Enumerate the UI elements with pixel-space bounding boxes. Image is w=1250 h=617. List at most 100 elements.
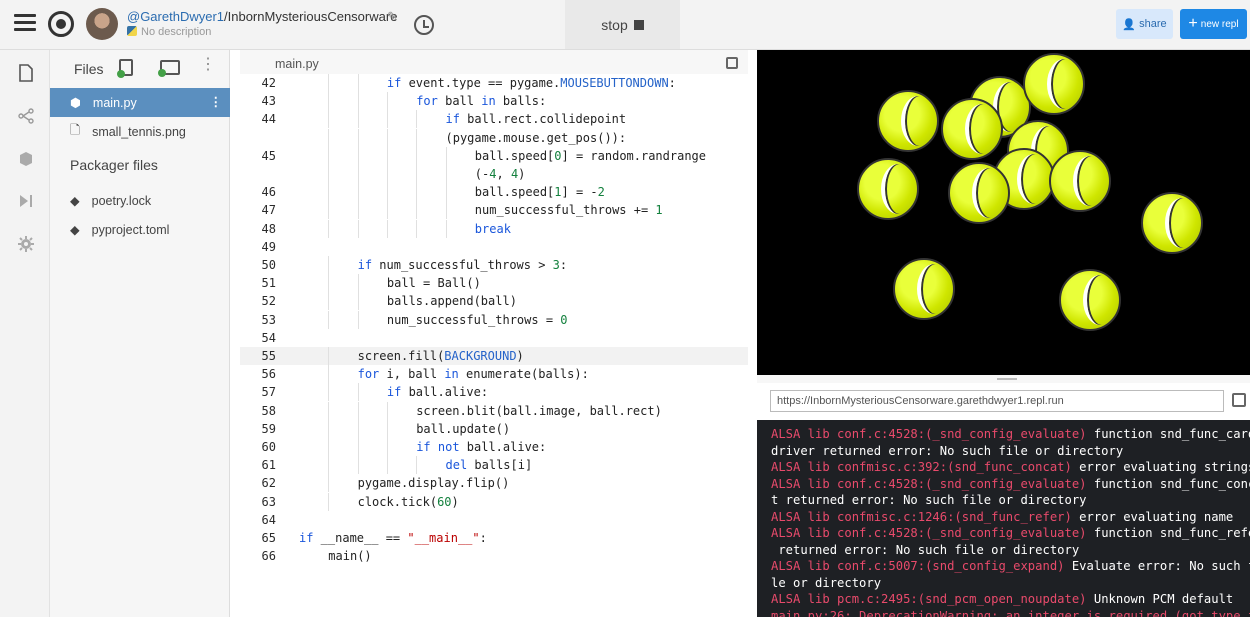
settings-gear-icon[interactable] <box>17 235 35 253</box>
tennis-ball[interactable] <box>941 98 1003 160</box>
debugger-icon[interactable] <box>17 192 35 210</box>
more-options-icon[interactable]: ⋮ <box>200 57 216 73</box>
line-number: 63 <box>261 494 276 509</box>
file-menu-icon[interactable]: ⋮ <box>210 94 223 109</box>
code-line[interactable]: 66 main() <box>240 547 748 565</box>
console-line: ALSA lib confmisc.c:1246:(snd_func_refer… <box>771 509 1234 524</box>
code-text: pygame.display.flip() <box>357 476 510 491</box>
code-line[interactable]: (-4, 4) <box>240 165 748 183</box>
editor-output-splitter[interactable] <box>748 50 756 617</box>
new-repl-button[interactable]: + new repl <box>1180 9 1247 39</box>
console-output[interactable]: ALSA lib conf.c:4528:(_snd_config_evalua… <box>757 420 1250 617</box>
code-line[interactable]: 64 <box>240 511 748 529</box>
code-line[interactable]: 51 ball = Ball() <box>240 274 748 293</box>
code-line[interactable]: 60 if not ball.alive: <box>240 438 748 456</box>
line-number: 60 <box>261 440 276 454</box>
repl-description[interactable]: No description <box>127 26 211 38</box>
avatar[interactable] <box>86 8 118 40</box>
file-item-poetry-lock[interactable]: ◆ poetry.lock <box>50 186 230 215</box>
username-link[interactable]: @GarethDwyer1 <box>127 9 224 24</box>
line-number: 66 <box>261 549 276 564</box>
code-line[interactable]: 50 if num_successful_throws > 3: <box>240 256 748 274</box>
code-line[interactable]: 57 if ball.alive: <box>240 383 748 402</box>
stop-label: stop <box>601 16 628 33</box>
share-button[interactable]: 👤 share <box>1116 9 1173 39</box>
code-line[interactable]: 46 ball.speed[1] = -2 <box>240 183 748 202</box>
code-line[interactable]: 53 num_successful_throws = 0 <box>240 310 748 329</box>
line-number: 56 <box>261 367 276 382</box>
console-line: ALSA lib conf.c:5007:(snd_config_expand)… <box>771 559 1250 573</box>
stop-icon <box>633 19 644 30</box>
tennis-ball[interactable] <box>1049 150 1111 212</box>
open-in-new-tab-icon[interactable] <box>1232 393 1246 407</box>
code-line[interactable]: (pygame.mouse.get_pos()): <box>240 128 748 147</box>
code-line[interactable]: 44 if ball.rect.collidepoint <box>240 110 748 129</box>
add-user-icon: 👤 <box>1122 18 1137 31</box>
code-line[interactable]: 58 screen.blit(ball.image, ball.rect) <box>240 401 748 420</box>
code-text: for i, ball in enumerate(balls): <box>357 367 589 382</box>
code-line[interactable]: 47 num_successful_throws += 1 <box>240 201 748 220</box>
line-number: 42 <box>261 76 276 90</box>
console-line: ALSA lib conf.c:4528:(_snd_config_evalua… <box>771 476 1250 491</box>
description-text: No description <box>141 26 212 38</box>
code-text: (-4, 4) <box>474 167 526 181</box>
webview-url-bar[interactable]: https://InbornMysteriousCensorware.garet… <box>770 390 1224 412</box>
tennis-ball[interactable] <box>1023 53 1085 115</box>
code-line[interactable]: 43 for ball in balls: <box>240 92 748 111</box>
stop-button[interactable]: stop <box>565 0 680 49</box>
code-line[interactable]: 52 balls.append(ball) <box>240 292 748 311</box>
code-line[interactable]: 59 ball.update() <box>240 419 748 438</box>
code-text: num_successful_throws = 0 <box>386 312 568 327</box>
line-number: 45 <box>261 148 276 163</box>
tennis-ball[interactable] <box>857 158 919 220</box>
code-line[interactable]: 65 if __name__ == "__main__": <box>240 529 748 547</box>
file-item-pyproject[interactable]: ◆ pyproject.toml <box>50 215 230 244</box>
file-item-main-py[interactable]: ⬢ main.py ⋮ <box>50 88 230 117</box>
tennis-ball[interactable] <box>893 258 955 320</box>
add-file-icon[interactable] <box>117 59 133 78</box>
line-number: 51 <box>261 276 276 291</box>
edit-pencil-icon[interactable]: ✎ <box>387 9 398 25</box>
tennis-ball[interactable] <box>948 162 1010 224</box>
code-line[interactable]: 42 if event.type == pygame.MOUSEBUTTONDOW… <box>240 74 748 92</box>
code-line[interactable]: 49 <box>240 238 748 256</box>
code-editor[interactable]: 42 if event.type == pygame.MOUSEBUTTONDOW… <box>240 74 748 617</box>
code-text: ball.speed[0] = random.randrange <box>474 148 707 163</box>
add-folder-icon[interactable] <box>158 60 180 77</box>
repl-title[interactable]: @GarethDwyer1/InbornMysteriousCensorware <box>127 9 397 24</box>
editor-settings-icon[interactable] <box>726 57 738 69</box>
code-line[interactable]: 48 break <box>240 219 748 238</box>
console-line: ALSA lib pcm.c:2495:(snd_pcm_open_noupda… <box>771 592 1234 606</box>
packages-icon[interactable] <box>17 150 35 168</box>
console-line: ALSA lib conf.c:4528:(_snd_config_evalua… <box>771 526 1250 540</box>
version-control-icon[interactable] <box>17 107 35 125</box>
code-line[interactable]: 61 del balls[i] <box>240 456 748 475</box>
replit-logo-icon[interactable] <box>48 11 74 37</box>
code-line[interactable]: 54 <box>240 329 748 347</box>
code-line[interactable]: 63 clock.tick(60) <box>240 492 748 511</box>
code-line[interactable]: 56 for i, ball in enumerate(balls): <box>240 365 748 384</box>
code-text: ball = Ball() <box>386 276 481 291</box>
line-number: 65 <box>261 531 276 545</box>
tennis-ball[interactable] <box>1141 192 1203 254</box>
line-number: 53 <box>261 312 276 327</box>
files-icon[interactable] <box>17 64 35 82</box>
code-text: if __name__ == "__main__": <box>299 531 487 545</box>
code-line[interactable]: 45 ball.speed[0] = random.randrange <box>240 146 748 165</box>
code-text: if num_successful_throws > 3: <box>357 258 568 272</box>
panel-splitter[interactable] <box>231 50 239 617</box>
game-canvas[interactable] <box>785 50 1250 375</box>
line-number: 47 <box>261 203 276 218</box>
menu-icon[interactable] <box>14 14 36 32</box>
history-icon[interactable] <box>414 15 434 35</box>
tab-main-py[interactable]: main.py <box>275 57 319 71</box>
code-line[interactable]: 55 screen.fill(BACKGROUND) <box>240 347 748 365</box>
output-resizer[interactable] <box>757 375 1250 383</box>
python-file-icon: ⬢ <box>70 96 81 110</box>
line-number: 54 <box>261 330 276 345</box>
line-number: 64 <box>261 512 276 527</box>
tennis-ball[interactable] <box>1059 269 1121 331</box>
tennis-ball[interactable] <box>877 90 939 152</box>
code-line[interactable]: 62 pygame.display.flip() <box>240 474 748 493</box>
file-item-small-tennis[interactable]: 🗋 small_tennis.png <box>50 117 230 146</box>
